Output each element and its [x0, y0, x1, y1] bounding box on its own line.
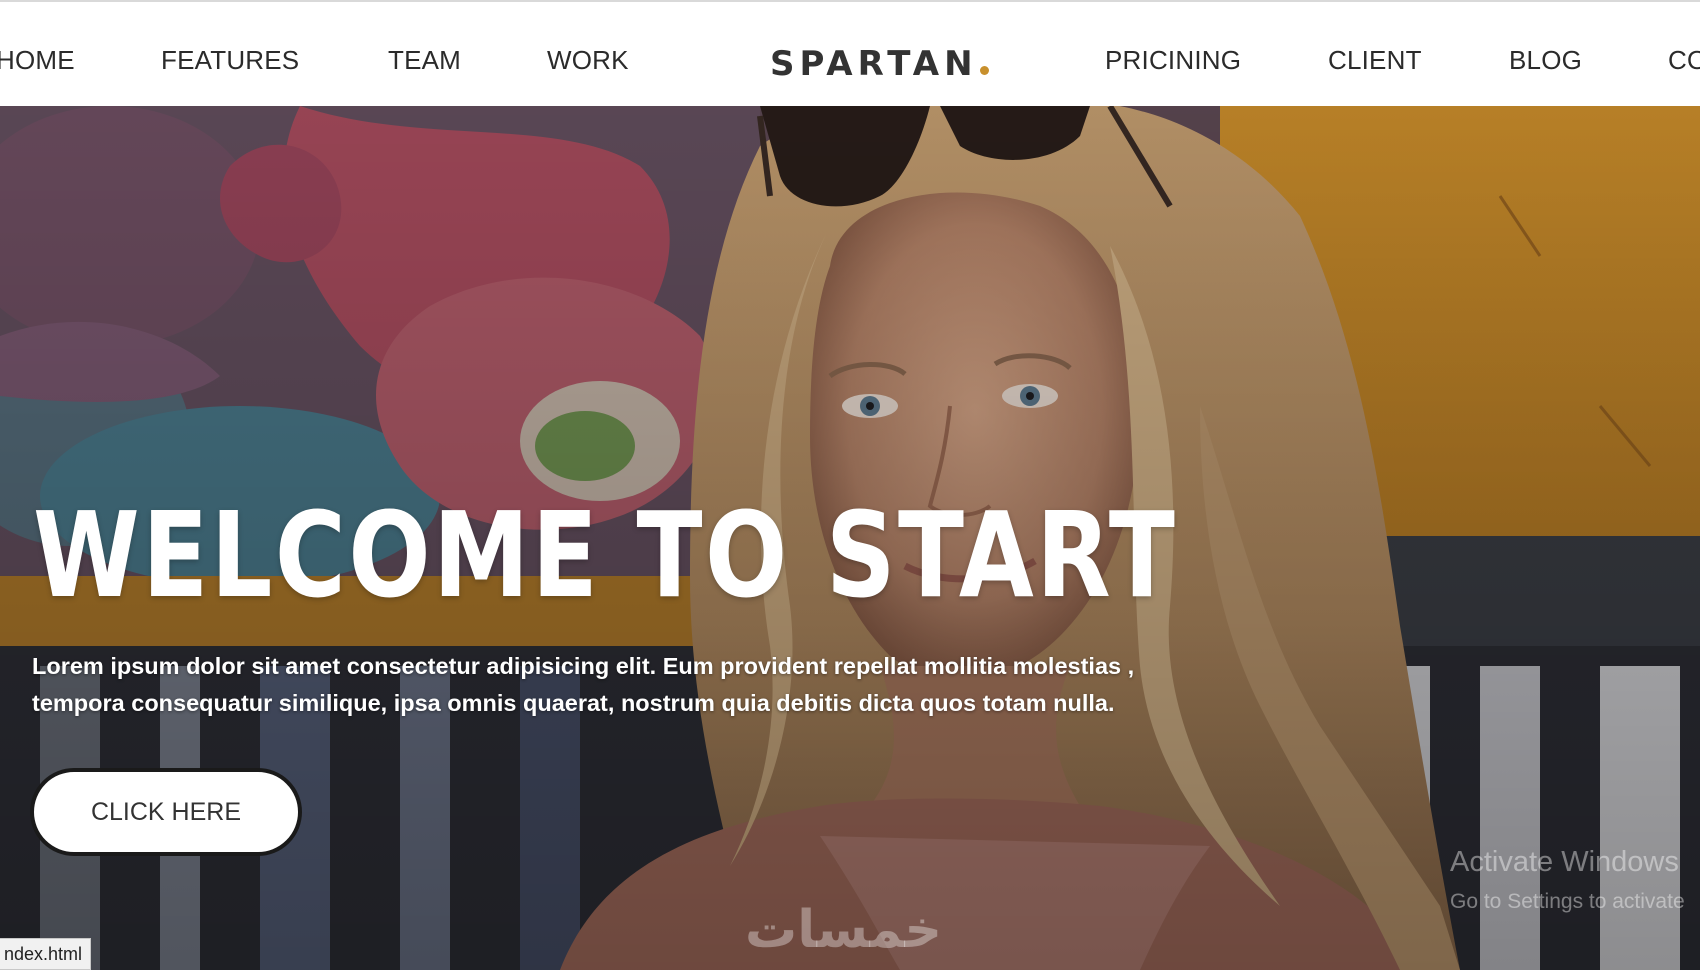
status-bar-url: ndex.html — [0, 938, 92, 970]
nav-blog[interactable]: BLOG — [1509, 45, 1582, 76]
watermark-title: Activate Windows — [1450, 846, 1679, 878]
nav-client[interactable]: CLIENT — [1328, 45, 1422, 76]
nav-work[interactable]: WORK — [547, 45, 629, 76]
nav-home[interactable]: HOME — [0, 45, 75, 76]
nav-team[interactable]: TEAM — [388, 45, 461, 76]
top-navigation: HOME FEATURES TEAM WORK SPARTAN PRICININ… — [0, 0, 1700, 106]
hero-title: WELCOME TO START — [33, 486, 1178, 624]
hero-description: Lorem ipsum dolor sit amet consectetur a… — [32, 653, 1135, 716]
nav-contact[interactable]: CO — [1668, 45, 1700, 76]
nav-pricing[interactable]: PRICINING — [1105, 45, 1241, 76]
nav-features[interactable]: FEATURES — [161, 45, 299, 76]
brand-dot-icon — [979, 66, 989, 75]
brand-name: SPARTAN — [770, 44, 978, 84]
click-here-button[interactable]: CLICK HERE — [30, 768, 302, 856]
khamsat-watermark-logo: خمسات — [745, 900, 943, 960]
watermark-subtitle: Go to Settings to activate — [1450, 890, 1685, 913]
hero-section: WELCOME TO START Lorem ipsum dolor sit a… — [0, 106, 1700, 970]
page: HOME FEATURES TEAM WORK SPARTAN PRICININ… — [0, 0, 1700, 970]
brand-logo[interactable]: SPARTAN — [770, 44, 989, 84]
activate-windows-watermark: Activate Windows Go to Settings to activ… — [1450, 846, 1700, 918]
